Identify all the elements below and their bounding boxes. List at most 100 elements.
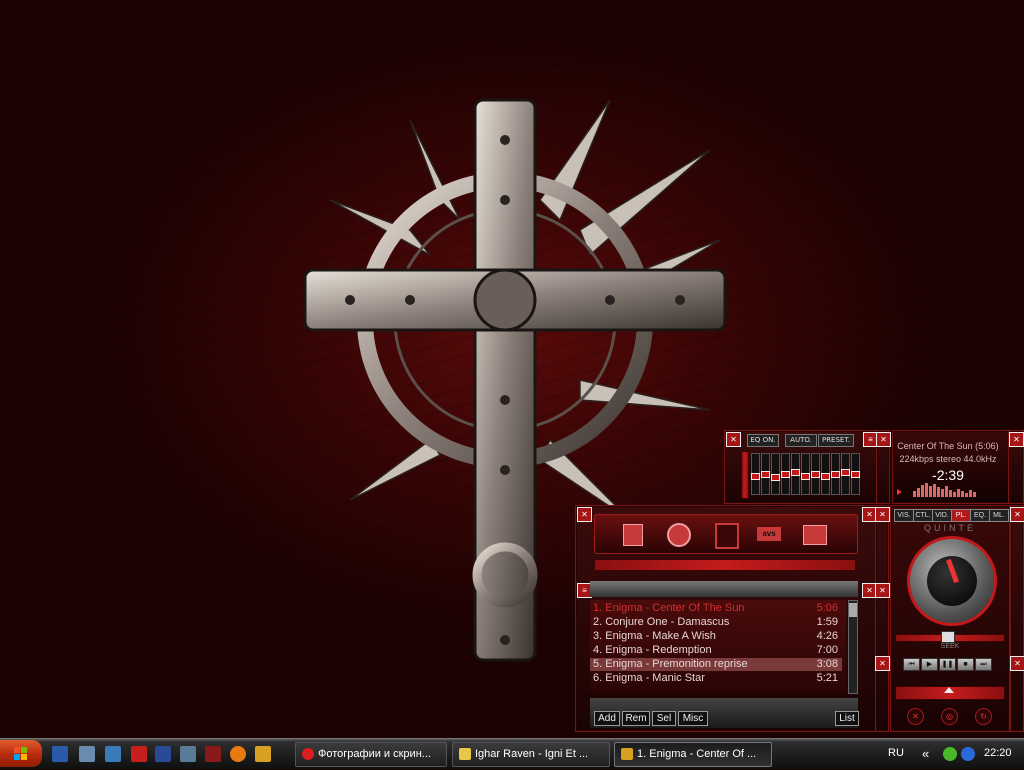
taskbar: Фотографии и скрин... Ighar Raven - Igni… [0, 738, 1024, 769]
scrollbar-thumb[interactable] [849, 603, 857, 617]
seek-handle[interactable] [941, 631, 955, 643]
pl-right-side-button-mid[interactable]: ✕ [875, 583, 890, 598]
stop-button[interactable]: ■ [957, 658, 974, 671]
quicklaunch-media-icon[interactable] [105, 746, 121, 762]
eq-band-slider[interactable] [841, 453, 850, 495]
volume-knob[interactable] [907, 536, 997, 626]
pause-button[interactable]: ❚❚ [939, 658, 956, 671]
shuffle-button[interactable]: ✕ [907, 708, 924, 725]
tray-expand-chevron[interactable]: « [922, 739, 929, 768]
eq-side-button[interactable]: ✕ [876, 432, 891, 447]
language-indicator[interactable]: RU [888, 739, 904, 768]
track-title: 2. Conjure One - Damascus [593, 616, 730, 628]
winamp-eq-side-strip: ✕ [876, 430, 891, 504]
tray-update-icon[interactable] [961, 747, 975, 761]
tab-vid[interactable]: VID. [932, 509, 952, 522]
eq-band-slider[interactable] [781, 453, 790, 495]
quicklaunch-save-icon[interactable] [155, 746, 171, 762]
avs-icon[interactable]: avs [757, 527, 781, 541]
task-button-winamp[interactable]: 1. Enigma - Center Of ... [614, 742, 772, 767]
tab-vis[interactable]: VIS. [894, 509, 914, 522]
misc-button[interactable]: Misc [678, 711, 708, 726]
play-button[interactable]: ▶ [921, 658, 938, 671]
eject-icon[interactable] [944, 687, 954, 693]
track-duration: 7:00 [816, 644, 838, 656]
playlist-item[interactable]: 4. Enigma - Redemption 7:00 [590, 644, 842, 657]
info-side-button[interactable]: ✕ [1009, 432, 1024, 447]
eq-band-slider[interactable] [821, 453, 830, 495]
eq-band-knob[interactable] [771, 474, 780, 481]
eq-band-slider[interactable] [771, 453, 780, 495]
eq-band-slider[interactable] [851, 453, 860, 495]
main-side-button-top[interactable]: ✕ [1010, 507, 1024, 522]
task-label: Фотографии и скрин... [318, 748, 431, 760]
pl-close-button[interactable]: ✕ [577, 507, 592, 522]
eq-band-slider[interactable] [811, 453, 820, 495]
quicklaunch-winamp-icon[interactable] [255, 746, 271, 762]
pl-right-side-button-top[interactable]: ✕ [875, 507, 890, 522]
playlist-item[interactable]: 6. Enigma - Manic Star 5:21 [590, 672, 842, 685]
eq-band-knob[interactable] [781, 471, 790, 478]
tab-ml[interactable]: ML. [989, 509, 1009, 522]
eq-band-knob[interactable] [801, 473, 810, 480]
add-button[interactable]: Add [594, 711, 620, 726]
eq-band-slider[interactable] [751, 453, 760, 495]
info-icon[interactable] [803, 525, 827, 545]
repeat-button[interactable]: ↻ [975, 708, 992, 725]
tray-clover-icon[interactable] [943, 747, 957, 761]
task-button-photos[interactable]: Фотографии и скрин... [295, 742, 447, 767]
list-button[interactable]: List [835, 711, 859, 726]
transport-controls: ⏮ ▶ ❚❚ ■ ⏭ [903, 658, 1003, 671]
eq-band-knob[interactable] [841, 469, 850, 476]
eq-left-rail [741, 451, 749, 499]
eq-band-knob[interactable] [791, 469, 800, 476]
brand-logo: QUINTE [923, 523, 976, 533]
playlist-item[interactable]: 3. Enigma - Make A Wish 4:26 [590, 630, 842, 643]
seek-label: SEEK [940, 643, 960, 650]
playlist-item[interactable]: 2. Conjure One - Damascus 1:59 [590, 616, 842, 629]
options-button[interactable]: ◎ [941, 708, 958, 725]
eq-close-button[interactable]: ✕ [726, 432, 741, 447]
playlist-icon[interactable] [623, 524, 643, 546]
playlist-scrollbar[interactable] [848, 600, 858, 694]
eq-band-knob[interactable] [811, 471, 820, 478]
eq-band-knob[interactable] [821, 473, 830, 480]
eq-band-knob[interactable] [751, 473, 760, 480]
previous-button[interactable]: ⏮ [903, 658, 920, 671]
next-button[interactable]: ⏭ [975, 658, 992, 671]
select-button[interactable]: Sel [652, 711, 676, 726]
clock[interactable]: 22:20 [984, 739, 1012, 768]
track-duration: 1:59 [816, 616, 838, 628]
eq-band-knob[interactable] [831, 471, 840, 478]
main-side-button-bottom[interactable]: ✕ [1010, 656, 1024, 671]
pl-right-side-button-bottom[interactable]: ✕ [875, 656, 890, 671]
tab-eq[interactable]: EQ. [970, 509, 990, 522]
quicklaunch-network-icon[interactable] [180, 746, 196, 762]
task-label: 1. Enigma - Center Of ... [637, 748, 757, 760]
eq-sliders [751, 431, 861, 503]
quicklaunch-game-icon[interactable] [205, 746, 221, 762]
eq-band-slider[interactable] [761, 453, 770, 495]
quicklaunch-acrobat-icon[interactable] [131, 746, 147, 762]
task-button-folder[interactable]: Ighar Raven - Igni Et ... [452, 742, 610, 767]
tab-ctl[interactable]: CTL. [913, 509, 933, 522]
quicklaunch-desktop-icon[interactable] [52, 746, 68, 762]
eq-band-knob[interactable] [851, 471, 860, 478]
track-title: 4. Enigma - Redemption [593, 644, 712, 656]
eq-band-slider[interactable] [791, 453, 800, 495]
film-icon[interactable] [715, 523, 739, 549]
eq-band-slider[interactable] [831, 453, 840, 495]
eq-band-slider[interactable] [801, 453, 810, 495]
quicklaunch-recycle-icon[interactable] [79, 746, 95, 762]
folder-icon [459, 748, 471, 760]
tab-pl[interactable]: PL. [951, 509, 971, 522]
playlist-item[interactable]: 5. Enigma - Premonition reprise 3:08 [590, 658, 842, 671]
eq-band-knob[interactable] [761, 471, 770, 478]
start-button[interactable] [0, 740, 42, 767]
playlist-list[interactable]: 1. Enigma - Center Of The Sun 5:06 2. Co… [590, 600, 846, 692]
cd-icon[interactable] [667, 523, 691, 547]
quicklaunch-aimp-icon[interactable] [230, 746, 246, 762]
playlist-item[interactable]: 1. Enigma - Center Of The Sun 5:06 [590, 602, 842, 615]
remove-button[interactable]: Rem [622, 711, 650, 726]
winamp-equalizer-window: ✕ ≡ EQ ON. AUTO. PRESET. [724, 430, 886, 504]
